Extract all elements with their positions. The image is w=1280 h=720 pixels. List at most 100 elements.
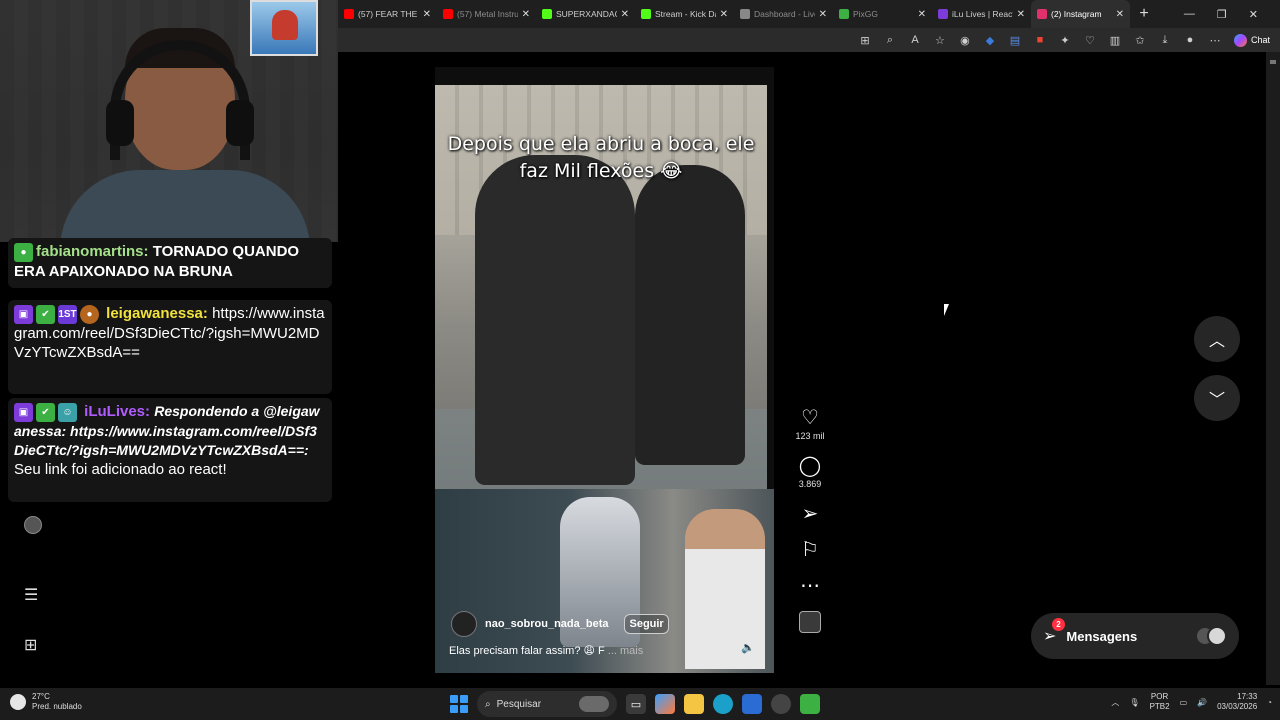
clock[interactable]: 17:33 03/03/2026: [1217, 692, 1257, 712]
profile-avatar[interactable]: [24, 516, 42, 534]
browser-tabbar: (57) FEAR THE CLOUD✕(57) Metal Instrumen…: [338, 0, 1280, 28]
browser-tab[interactable]: (57) Metal Instrumental ✕: [437, 0, 536, 28]
edge-icon[interactable]: [713, 694, 733, 714]
instagram-icon: [1037, 9, 1047, 19]
close-tab-icon[interactable]: ✕: [423, 9, 431, 20]
more-link[interactable]: ... mais: [608, 645, 643, 657]
youtube-icon: [443, 9, 453, 19]
heart-icon: ♡: [801, 407, 819, 429]
mouse-cursor: [944, 304, 949, 316]
close-tab-icon[interactable]: ✕: [819, 9, 827, 20]
twitch-icon: ▣: [14, 304, 33, 324]
browser-tab[interactable]: Stream - Kick Dashboard ✕: [635, 0, 734, 28]
browser-tab[interactable]: iLu Lives | React ✕: [932, 0, 1031, 28]
tray-chevron-icon[interactable]: ︿: [1111, 697, 1119, 708]
browser-toolbar: ⊞ ⌕ A ☆ ◉ ◆ ▤ ■ ✦ ♡ ▥ ✩ ⤓ ● ⋯ Chat: [338, 28, 1280, 52]
task-view-icon[interactable]: ▭: [626, 694, 646, 714]
taskbar-apps: ⌕ Pesquisar ▭: [450, 691, 820, 717]
tab-title: PixGG: [853, 9, 879, 19]
page-scrollbar[interactable]: [1266, 52, 1280, 685]
follow-button[interactable]: Seguir: [624, 614, 669, 634]
comment-count: 3.869: [798, 479, 822, 489]
restore-button[interactable]: ❐: [1217, 8, 1227, 21]
split-screen-icon[interactable]: ▥: [1109, 34, 1121, 47]
copilot-icon: [1233, 33, 1247, 47]
like-button[interactable]: ♡ 123 mil: [795, 407, 824, 441]
instagram-page: Depois que ela abriu a boca, ele faz Mil…: [338, 52, 1266, 685]
close-tab-icon[interactable]: ✕: [621, 9, 629, 20]
new-tab-button[interactable]: +: [1130, 5, 1158, 23]
author-avatar[interactable]: [451, 611, 477, 637]
streamer: [60, 28, 310, 242]
favorites-icon[interactable]: ✩: [1134, 34, 1146, 47]
microphone-icon[interactable]: 🎙: [1129, 698, 1139, 707]
windows-start-icon[interactable]: [450, 695, 468, 713]
browser-tab[interactable]: (57) FEAR THE CLOUD ✕: [338, 0, 437, 28]
more-options-button[interactable]: ⋯: [800, 575, 820, 597]
download-icon[interactable]: ⤓: [1159, 34, 1171, 46]
extension-icon[interactable]: ◉: [959, 34, 971, 47]
extension-red-icon[interactable]: ■: [1034, 34, 1046, 46]
tab-title: Dashboard - Live: [754, 9, 815, 19]
more-icon[interactable]: ⋯: [1209, 34, 1221, 47]
browser-tab[interactable]: SUPERXANDAO SUPER ✕: [536, 0, 635, 28]
reel-actions: ♡ 123 mil ◯ 3.869 ➢ ⚐ ⋯: [790, 407, 830, 647]
author-username[interactable]: nao_sobrou_nada_beta: [485, 618, 608, 630]
browser-tab[interactable]: Dashboard - Live ✕: [734, 0, 833, 28]
copilot-app-icon[interactable]: [655, 694, 675, 714]
youtube-icon: [344, 9, 354, 19]
previous-reel-button[interactable]: ︿: [1194, 316, 1240, 362]
chevron-down-icon: ﹀: [1208, 392, 1225, 409]
apps-icon[interactable]: ⊞: [24, 635, 37, 655]
reel-caption-overlay: Depois que ela abriu a boca, ele faz Mil…: [447, 133, 755, 182]
zoom-icon[interactable]: ⌕: [884, 34, 896, 46]
notifications-icon[interactable]: ◔: [1267, 698, 1272, 707]
volume-icon[interactable]: 🔊: [1197, 698, 1207, 707]
close-tab-icon[interactable]: ✕: [1116, 9, 1124, 20]
language-indicator[interactable]: POR PTB2: [1150, 692, 1170, 712]
messages-avatars: [1195, 626, 1227, 646]
globe-icon: [740, 9, 750, 19]
puzzle-icon[interactable]: ✦: [1059, 34, 1071, 47]
copilot-chat-button[interactable]: Chat: [1233, 33, 1270, 47]
badge-icon: ●: [14, 242, 33, 262]
favorite-star-icon[interactable]: ☆: [934, 34, 946, 47]
whatsapp-icon[interactable]: [800, 694, 820, 714]
obs-icon[interactable]: [771, 694, 791, 714]
translate-icon[interactable]: ▤: [1009, 34, 1021, 47]
taskbar-search[interactable]: ⌕ Pesquisar: [477, 691, 617, 717]
close-window-button[interactable]: ✕: [1249, 8, 1258, 21]
menu-icon[interactable]: ☰: [24, 585, 38, 605]
chat-username: leigawanessa:: [106, 305, 208, 322]
pixgg-icon: [839, 9, 849, 19]
temperature: 27°C: [32, 692, 50, 701]
messages-widget[interactable]: ➢ 2 Mensagens: [1031, 613, 1239, 659]
close-tab-icon[interactable]: ✕: [918, 9, 926, 20]
tab-title: (57) FEAR THE CLOUD: [358, 9, 419, 19]
network-icon[interactable]: ▭: [1180, 698, 1188, 707]
comment-button[interactable]: ◯ 3.869: [799, 455, 822, 489]
audio-thumbnail[interactable]: [799, 611, 821, 633]
save-button[interactable]: ⚐: [801, 539, 819, 561]
next-reel-button[interactable]: ﹀: [1194, 375, 1240, 421]
browser-tab[interactable]: (2) Instagram ✕: [1031, 0, 1130, 28]
close-tab-icon[interactable]: ✕: [1017, 9, 1025, 20]
performance-icon[interactable]: ♡: [1084, 34, 1096, 47]
reel-video[interactable]: Depois que ela abriu a boca, ele faz Mil…: [435, 67, 774, 673]
search-icon: ⌕: [485, 698, 491, 710]
weather-widget[interactable]: 27°C Pred. nublado: [10, 692, 82, 712]
profile-icon[interactable]: ●: [1184, 34, 1196, 46]
bitwarden-icon[interactable]: ◆: [984, 34, 996, 47]
file-explorer-icon[interactable]: [684, 694, 704, 714]
read-aloud-icon[interactable]: A: [909, 34, 921, 46]
close-tab-icon[interactable]: ✕: [720, 9, 728, 20]
tab-title: SUPERXANDAO SUPER: [556, 9, 617, 19]
volume-icon[interactable]: 🔈: [741, 641, 755, 654]
app-available-icon[interactable]: ⊞: [859, 34, 871, 47]
share-button[interactable]: ➢: [802, 503, 819, 525]
minimize-button[interactable]: —: [1184, 8, 1195, 21]
browser-tab[interactable]: PixGG ✕: [833, 0, 932, 28]
chat-username: fabianomartins:: [36, 243, 149, 260]
close-tab-icon[interactable]: ✕: [522, 9, 530, 20]
store-app-icon[interactable]: [742, 694, 762, 714]
